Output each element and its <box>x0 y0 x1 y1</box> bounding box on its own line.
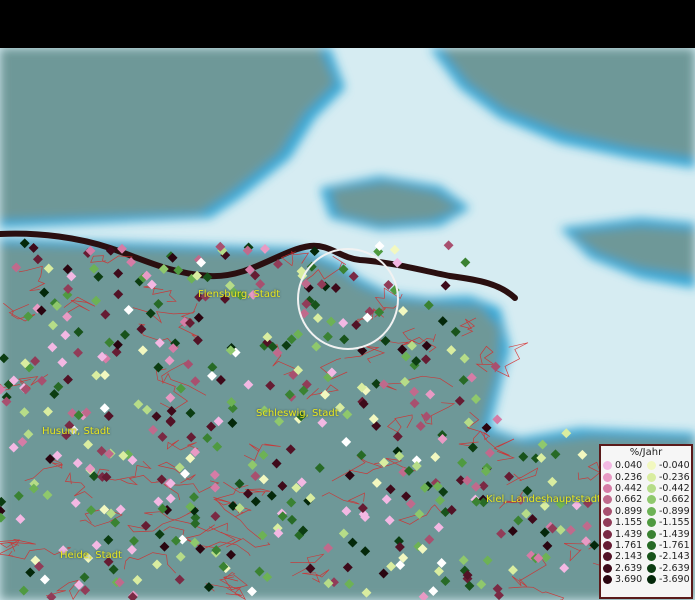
legend-entry: -0.442 <box>647 483 691 494</box>
place-label-flensburg: Flensburg, Stadt <box>198 289 281 300</box>
legend-swatch <box>647 495 656 505</box>
legend-entry: -2.143 <box>647 551 691 562</box>
legend-swatch <box>603 529 612 539</box>
legend-entry: -0.040 <box>647 460 691 471</box>
legend-swatch <box>603 506 612 516</box>
legend-title: %/Jahr <box>629 447 663 458</box>
legend-swatch <box>647 472 656 482</box>
legend-entry: 0.236 <box>603 471 647 483</box>
legend-entry: 2.143 <box>603 551 647 562</box>
legend-entry: 1.761 <box>603 540 647 551</box>
legend-swatch <box>647 518 656 528</box>
legend-negative-column: -0.040 -0.236 -0.442 -0.662 -0.899 -1.155 -1.4… <box>647 460 691 585</box>
legend-label: -3.690 <box>659 574 690 586</box>
legend-label: -0.040 <box>659 460 690 472</box>
legend-swatch <box>603 552 612 562</box>
legend-entry: 0.662 <box>603 494 647 505</box>
legend-swatch <box>603 518 612 528</box>
legend-label: 1.439 <box>615 528 643 540</box>
legend-entry: -0.899 <box>647 506 691 517</box>
legend-swatch <box>603 575 612 585</box>
place-label-kiel: Kiel, Landeshauptstadt <box>486 494 601 505</box>
legend-label: 0.899 <box>615 505 643 517</box>
legend-swatch <box>647 506 656 516</box>
legend-swatch <box>603 461 612 471</box>
legend-entry: 1.439 <box>603 528 647 540</box>
legend-swatch <box>603 495 612 505</box>
legend-swatch <box>647 461 656 471</box>
legend-swatch <box>603 540 612 550</box>
legend-swatch <box>647 575 656 585</box>
legend-label: 0.236 <box>615 471 643 483</box>
legend-entry: 0.899 <box>603 506 647 517</box>
legend-label: 0.040 <box>615 460 643 472</box>
legend-label: 1.761 <box>615 539 643 551</box>
legend-entry: 0.442 <box>603 483 647 494</box>
legend-entry: -1.155 <box>647 517 691 528</box>
legend-entry: 1.155 <box>603 517 647 528</box>
legend-swatch <box>647 563 656 573</box>
legend-label: 2.143 <box>615 551 643 563</box>
legend-swatch <box>603 563 612 573</box>
legend-label: -1.439 <box>659 528 690 540</box>
top-black-bar <box>0 0 695 48</box>
legend-label: -1.155 <box>659 517 690 529</box>
legend-label: -0.442 <box>659 482 690 494</box>
legend-swatch <box>647 552 656 562</box>
legend: %/Jahr 0.040 0.236 0.442 0.662 0.899 1.155 1.4… <box>599 444 693 599</box>
map-canvas[interactable] <box>0 48 695 600</box>
legend-entry: -0.662 <box>647 494 691 505</box>
legend-swatch <box>603 483 612 493</box>
place-label-husum: Husum, Stadt <box>42 426 111 437</box>
legend-label: -2.639 <box>659 562 690 574</box>
legend-swatch <box>647 529 656 539</box>
legend-label: 1.155 <box>615 517 643 529</box>
legend-label: 2.639 <box>615 562 643 574</box>
legend-entry: -2.639 <box>647 563 691 574</box>
map-view[interactable]: Flensburg, Stadt Schleswig, Stadt Husum,… <box>0 0 695 600</box>
legend-entry: -1.439 <box>647 528 691 540</box>
place-label-heide: Heide, Stadt <box>60 550 122 561</box>
legend-label: 0.442 <box>615 482 643 494</box>
legend-label: -1.761 <box>659 539 690 551</box>
legend-swatch <box>647 540 656 550</box>
legend-entry: -1.761 <box>647 540 691 551</box>
legend-entry: 0.040 <box>603 460 647 471</box>
legend-entry: -0.236 <box>647 471 691 483</box>
legend-label: -2.143 <box>659 551 690 563</box>
legend-label: 0.662 <box>615 494 643 506</box>
legend-entry: 2.639 <box>603 563 647 574</box>
legend-label: -0.899 <box>659 505 690 517</box>
legend-swatch <box>647 483 656 493</box>
legend-label: 3.690 <box>615 574 643 586</box>
place-label-schleswig: Schleswig, Stadt <box>256 408 339 419</box>
legend-positive-column: 0.040 0.236 0.442 0.662 0.899 1.155 1.439 1.761… <box>603 460 647 585</box>
legend-label: -0.236 <box>659 471 690 483</box>
legend-label: -0.662 <box>659 494 690 506</box>
legend-entry: -3.690 <box>647 574 691 585</box>
legend-swatch <box>603 472 612 482</box>
legend-entry: 3.690 <box>603 574 647 585</box>
